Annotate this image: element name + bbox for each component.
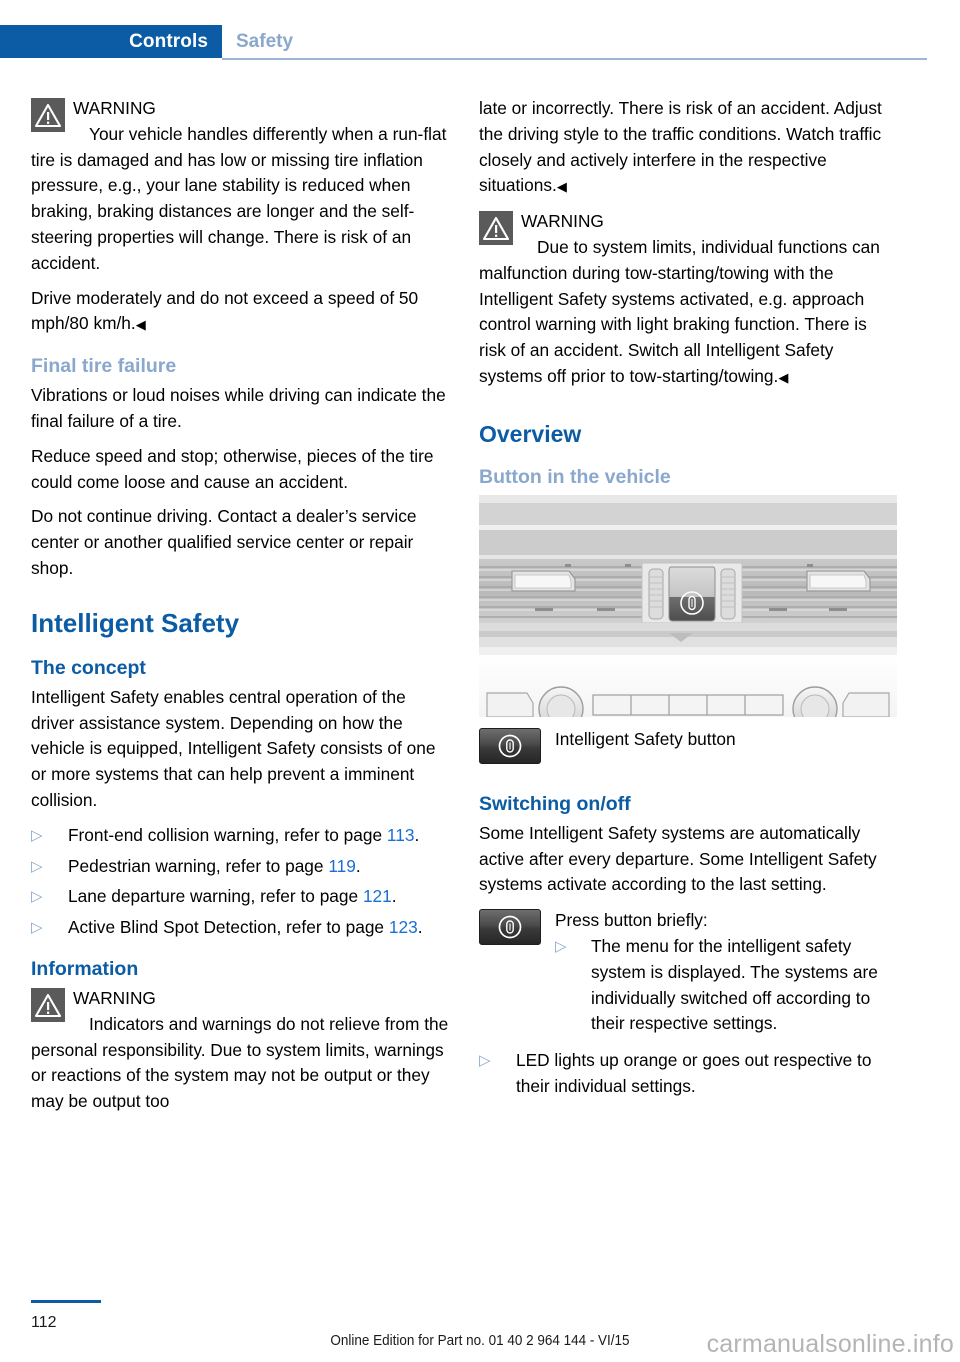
list-item-text: Pedestrian warning, refer to page (68, 855, 329, 876)
heading-overview: Overview (479, 420, 582, 447)
triangle-bullet-icon: ▷ (31, 826, 43, 844)
end-mark: ◀ (135, 317, 146, 333)
warning-continuation: Drive moderately and do not exceed a spe… (31, 286, 449, 339)
intelligent-safety-button-icon (479, 727, 541, 764)
left-column: WARNING Your vehicle handles differently… (31, 96, 449, 1124)
continued-paragraph: late or incorrectly. There is risk of an… (479, 96, 897, 200)
list-item: ▷ Active Blind Spot Detection, refer to p… (31, 915, 449, 941)
intelligent-safety-system-list: ▷ Front-end collision warning, refer to p… (31, 823, 449, 941)
final-tire-failure-p3: Do not continue driving. Contact a deale… (31, 506, 417, 578)
page-reference-link[interactable]: 123 (389, 917, 418, 937)
continued-paragraph-text: late or incorrectly. There is risk of an… (479, 98, 882, 196)
figure-caption-row: Intelligent Safety button (479, 727, 897, 768)
triangle-bullet-icon: ▷ (479, 1052, 491, 1070)
footer-divider (31, 1300, 101, 1303)
press-button-result-list: ▷ The menu for the intelligent safety sys… (555, 934, 897, 1037)
page-header: Controls Safety (0, 25, 960, 60)
tab-controls-label: Controls (129, 30, 208, 52)
concept-body: Intelligent Safety enables central opera… (31, 686, 436, 810)
list-item-text-after: . (355, 855, 361, 876)
figure-caption-text: Intelligent Safety button (555, 728, 736, 749)
triangle-bullet-icon: ▷ (31, 919, 43, 937)
tab-controls[interactable]: Controls (0, 25, 222, 58)
watermark-text: carmanualsonline.info (706, 1330, 954, 1358)
end-mark: ◀ (556, 179, 567, 195)
final-tire-failure-p1: Vibrations or loud noises while driving … (31, 385, 446, 431)
warning-title: WARNING (73, 98, 156, 118)
heading-button-in-the-vehicle: Button in the vehicle (479, 465, 671, 488)
warning-body: Your vehicle handles differently when a … (31, 123, 447, 273)
list-item-text-after: . (391, 886, 397, 907)
press-button-content: Press button briefly: ▷ The menu for the … (555, 908, 897, 1042)
end-mark: ◀ (778, 369, 789, 385)
warning-body-text: Due to system limits, individual functio… (479, 236, 880, 386)
warning-continuation-text: Drive moderately and do not exceed a spe… (31, 287, 419, 334)
list-item: ▷ The menu for the intelligent safety sys… (555, 934, 897, 1037)
list-item-text: Active Blind Spot Detection, refer to pa… (68, 917, 389, 938)
heading-switching-on-off: Switching on/off (479, 792, 631, 815)
heading-intelligent-safety: Intelligent Safety (31, 607, 240, 638)
list-item: ▷ LED lights up orange or goes out respec… (479, 1048, 897, 1100)
press-button-label: Press button briefly: (555, 910, 708, 931)
warning-triangle-icon (479, 211, 513, 246)
triangle-bullet-icon: ▷ (555, 937, 567, 955)
list-item: ▷ Lane departure warning, refer to page 1… (31, 884, 449, 910)
final-tire-failure-p2: Reduce speed and stop; otherwise, pieces… (31, 445, 434, 492)
warning-triangle-icon (31, 987, 65, 1022)
warning-block-information: WARNING Indicators and warnings do not r… (31, 986, 449, 1115)
led-behavior-list: ▷ LED lights up orange or goes out respec… (479, 1048, 897, 1100)
list-item: ▷ Pedestrian warning, refer to page 119. (31, 854, 449, 880)
list-item-text: The menu for the intelligent safety syst… (591, 935, 878, 1034)
dashboard-center-console-illustration (479, 494, 897, 717)
warning-body: Indicators and warnings do not relieve f… (31, 1013, 449, 1112)
tab-safety-label: Safety (236, 30, 294, 52)
page-reference-link[interactable]: 121 (363, 886, 392, 906)
heading-final-tire-failure: Final tire failure (31, 355, 177, 378)
header-divider (222, 58, 927, 60)
press-button-row: Press button briefly: ▷ The menu for the … (479, 908, 897, 1042)
tab-safety[interactable]: Safety (236, 25, 293, 58)
page-number: 112 (31, 1314, 57, 1331)
warning-body: Due to system limits, individual functio… (479, 235, 897, 391)
list-item-text: Front-end collision warning, refer to pa… (68, 824, 387, 845)
page-reference-link[interactable]: 119 (328, 856, 356, 876)
heading-the-concept: The concept (31, 656, 146, 679)
list-item-text: Lane departure warning, refer to page (68, 886, 363, 907)
warning-triangle-icon (31, 98, 65, 132)
warning-block-tow-starting: WARNING Due to system limits, individual… (479, 209, 897, 391)
triangle-bullet-icon: ▷ (31, 888, 43, 906)
page-reference-link[interactable]: 113 (387, 825, 415, 845)
intelligent-safety-button-icon (479, 909, 541, 946)
warning-title: WARNING (521, 211, 604, 232)
warning-block-run-flat: WARNING Your vehicle handles differently… (31, 96, 449, 277)
page-footer: 112 Online Edition for Part no. 01 40 2 … (0, 1288, 960, 1362)
triangle-bullet-icon: ▷ (31, 857, 43, 875)
list-item-text-after: . (417, 917, 423, 938)
heading-information: Information (31, 957, 139, 980)
switching-body: Some Intelligent Safety systems are auto… (479, 822, 877, 895)
warning-title: WARNING (73, 987, 156, 1008)
right-column: late or incorrectly. There is risk of an… (479, 96, 897, 1105)
list-item-text: LED lights up orange or goes out respect… (516, 1050, 872, 1096)
list-item-text-after: . (414, 824, 420, 845)
list-item: ▷ Front-end collision warning, refer to p… (31, 823, 449, 849)
